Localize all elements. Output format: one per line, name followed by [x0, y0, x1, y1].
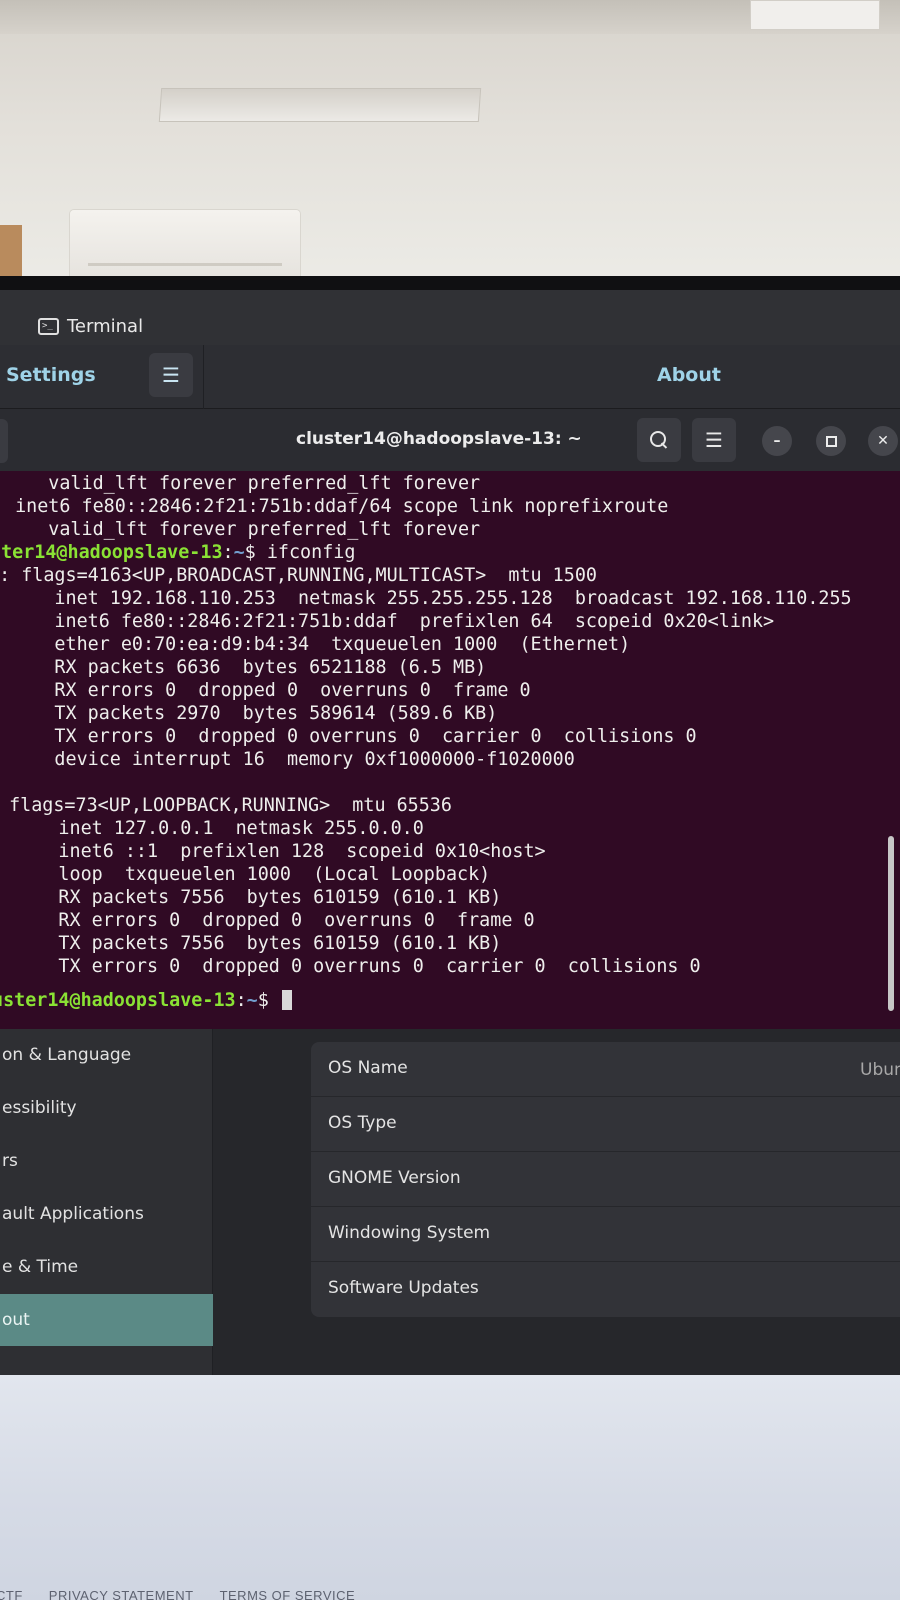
hamburger-icon: ☰ — [162, 363, 180, 387]
header-divider — [203, 345, 204, 409]
footer-links: CTF PRIVACY STATEMENT TERMS OF SERVICE — [0, 1588, 355, 1600]
terminal-line: valid_lft forever preferred_lft forever — [4, 473, 481, 494]
terminal-line: TX errors 0 dropped 0 overruns 0 carrier… — [0, 726, 697, 747]
ceiling-light — [158, 88, 482, 122]
sidebar-item-label: essibility — [2, 1098, 77, 1118]
close-icon: ✕ — [877, 433, 889, 449]
sidebar-item-label: ault Applications — [2, 1204, 144, 1224]
door-frame — [0, 225, 22, 282]
footer-link-privacy[interactable]: PRIVACY STATEMENT — [49, 1588, 194, 1600]
terminal-line: inet6 fe80::2846:2f21:751b:ddaf/64 scope… — [4, 496, 669, 517]
about-row-windowing-system: Windowing System — [311, 1207, 900, 1262]
row-label: GNOME Version — [328, 1168, 461, 1188]
prompt-line: ster14@hadoopslave-13:~$ ifconfig — [0, 542, 355, 564]
gnome-top-bar: >_ Terminal — [0, 290, 900, 345]
hamburger-icon: ☰ — [705, 428, 723, 452]
terminal-line: inet 127.0.0.1 netmask 255.0.0.0 — [0, 818, 424, 839]
prompt-command: ifconfig — [266, 542, 356, 563]
about-info-card: OS Name Ubun OS Type GNOME Version Windo… — [311, 1042, 900, 1317]
terminal-line: RX errors 0 dropped 0 overruns 0 frame 0 — [0, 910, 535, 931]
maximize-button[interactable] — [816, 426, 846, 456]
monitor-screen: >_ Terminal Settings ☰ About cluster14@h… — [0, 290, 900, 1375]
about-row-gnome-version: GNOME Version — [311, 1152, 900, 1207]
sidebar-item-default-applications[interactable]: ault Applications — [0, 1188, 213, 1240]
sidebar-item-accessibility[interactable]: essibility — [0, 1082, 213, 1134]
active-app-name: Terminal — [67, 316, 144, 337]
settings-sidebar: on & Language essibility rs ault Applica… — [0, 1029, 213, 1375]
about-panel: OS Name Ubun OS Type GNOME Version Windo… — [213, 1029, 900, 1375]
terminal-line: TX packets 7556 bytes 610159 (610.1 KB) — [0, 933, 502, 954]
background-webpage: CTF PRIVACY STATEMENT TERMS OF SERVICE — [0, 1375, 900, 1600]
terminal-line: valid_lft forever preferred_lft forever — [4, 519, 481, 540]
terminal-line: inet 192.168.110.253 netmask 255.255.255… — [0, 588, 852, 609]
text-cursor — [281, 990, 292, 1010]
terminal-line: TX packets 2970 bytes 589614 (589.6 KB) — [0, 703, 498, 724]
prompt-separator: : — [222, 542, 234, 563]
panel-title: About — [657, 364, 721, 386]
prompt-user: ster14@hadoopslave-13 — [0, 542, 223, 563]
prompt-dollar: $ — [257, 990, 280, 1011]
sidebar-item-users[interactable]: rs — [0, 1135, 213, 1187]
sidebar-item-region-language[interactable]: on & Language — [0, 1029, 213, 1081]
prompt-path: ~ — [246, 990, 258, 1011]
settings-menu-button[interactable]: ☰ — [149, 353, 193, 397]
ceiling-fixture — [750, 0, 880, 30]
sidebar-item-label: on & Language — [2, 1045, 132, 1065]
about-row-os-type: OS Type — [311, 1097, 900, 1152]
row-value: Ubun — [860, 1060, 900, 1080]
sidebar-item-label: rs — [2, 1151, 18, 1171]
maximize-icon — [825, 435, 837, 447]
terminal-line: TX errors 0 dropped 0 overruns 0 carrier… — [0, 956, 701, 977]
terminal-line: RX packets 7556 bytes 610159 (610.1 KB) — [0, 887, 502, 908]
terminal-line: RX packets 6636 bytes 6521188 (6.5 MB) — [0, 657, 487, 678]
about-row-software-updates[interactable]: Software Updates — [311, 1262, 900, 1317]
terminal-line: flags=73<UP,LOOPBACK,RUNNING> mtu 65536 — [0, 795, 452, 816]
terminal-line: RX errors 0 dropped 0 overruns 0 frame 0 — [0, 680, 531, 701]
row-label: OS Type — [328, 1113, 397, 1133]
settings-title: Settings — [6, 364, 96, 386]
close-button[interactable]: ✕ — [868, 426, 898, 456]
minimize-icon: – — [773, 433, 781, 449]
minimize-button[interactable]: – — [762, 426, 792, 456]
new-tab-button[interactable] — [0, 419, 8, 463]
prompt-line: uster14@hadoopslave-13:~$ — [0, 990, 292, 1012]
active-app-menu[interactable]: >_ Terminal — [38, 316, 143, 337]
terminal-line: device interrupt 16 memory 0xf1000000-f1… — [0, 749, 575, 770]
terminal-window[interactable]: cluster14@hadoopslave-13: ~ ☰ – ✕ valid_… — [0, 409, 900, 1029]
terminal-icon: >_ — [38, 318, 59, 335]
prompt-user: uster14@hadoopslave-13 — [0, 990, 236, 1011]
footer-link[interactable]: CTF — [0, 1588, 23, 1600]
footer-link-terms[interactable]: TERMS OF SERVICE — [220, 1588, 356, 1600]
row-label: Windowing System — [328, 1223, 491, 1243]
terminal-line: inet6 fe80::2846:2f21:751b:ddaf prefixle… — [0, 611, 775, 632]
search-icon — [650, 431, 668, 449]
row-label: OS Name — [328, 1058, 408, 1078]
terminal-line: 1: flags=4163<UP,BROADCAST,RUNNING,MULTI… — [0, 565, 597, 586]
settings-headerbar: Settings ☰ About — [0, 345, 900, 409]
terminal-output[interactable]: valid_lft forever preferred_lft forever … — [0, 471, 900, 1029]
sidebar-item-date-time[interactable]: e & Time — [0, 1241, 213, 1293]
terminal-line: loop txqueuelen 1000 (Local Loopback) — [0, 864, 491, 885]
terminal-title: cluster14@hadoopslave-13: ~ — [296, 429, 582, 449]
air-conditioner — [70, 210, 300, 280]
terminal-menu-button[interactable]: ☰ — [692, 418, 736, 462]
terminal-scrollbar[interactable] — [888, 836, 894, 1011]
prompt-path: ~ — [233, 542, 245, 563]
terminal-headerbar[interactable]: cluster14@hadoopslave-13: ~ ☰ – ✕ — [0, 409, 900, 471]
row-label: Software Updates — [328, 1278, 479, 1298]
about-row-os-name: OS Name Ubun — [311, 1042, 900, 1097]
prompt-separator: : — [235, 990, 247, 1011]
terminal-line: ether e0:70:ea:d9:b4:34 txqueuelen 1000 … — [0, 634, 631, 655]
ceiling-background — [0, 0, 900, 282]
prompt-dollar: $ — [244, 542, 267, 563]
sidebar-item-about[interactable]: out — [0, 1294, 213, 1346]
terminal-search-button[interactable] — [637, 418, 681, 462]
sidebar-item-label: out — [2, 1310, 30, 1330]
terminal-line: inet6 ::1 prefixlen 128 scopeid 0x10<hos… — [0, 841, 546, 862]
sidebar-item-label: e & Time — [2, 1257, 79, 1277]
